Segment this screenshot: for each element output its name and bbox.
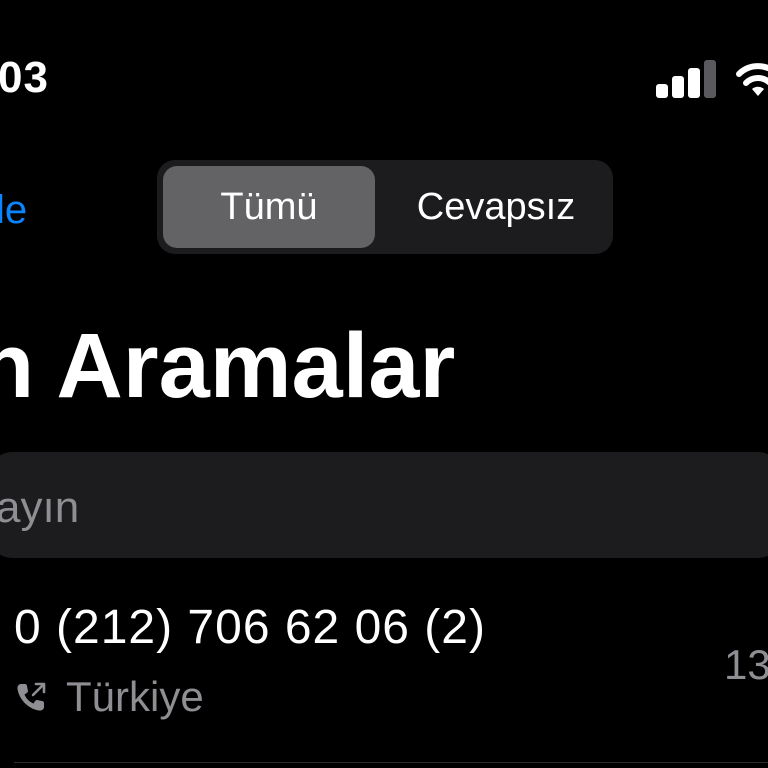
- recents-screen: 03 le Tümü Cevapsız n Aramalar ayın 0 (2…: [0, 0, 768, 768]
- page-title: n Aramalar: [0, 315, 456, 417]
- call-time: 13: [724, 641, 768, 688]
- cellular-signal-icon: [656, 60, 716, 98]
- signal-bar: [704, 60, 716, 98]
- signal-bar: [688, 68, 700, 98]
- segment-missed[interactable]: Cevapsız: [383, 166, 609, 248]
- search-placeholder: ayın: [0, 483, 80, 532]
- row-divider: [14, 762, 768, 763]
- wifi-icon: [736, 63, 768, 96]
- recents-filter-segmented-control: Tümü Cevapsız: [157, 160, 613, 254]
- signal-bar: [672, 76, 684, 98]
- segment-all[interactable]: Tümü: [163, 166, 375, 248]
- search-input[interactable]: [0, 452, 768, 558]
- status-time: 03: [0, 53, 49, 102]
- signal-bar: [656, 84, 668, 98]
- call-number: 0 (212) 706 62 06 (2): [14, 601, 486, 654]
- call-location: Türkiye: [66, 673, 204, 720]
- edit-button[interactable]: le: [0, 186, 27, 234]
- phone-outgoing-icon: [17, 682, 46, 711]
